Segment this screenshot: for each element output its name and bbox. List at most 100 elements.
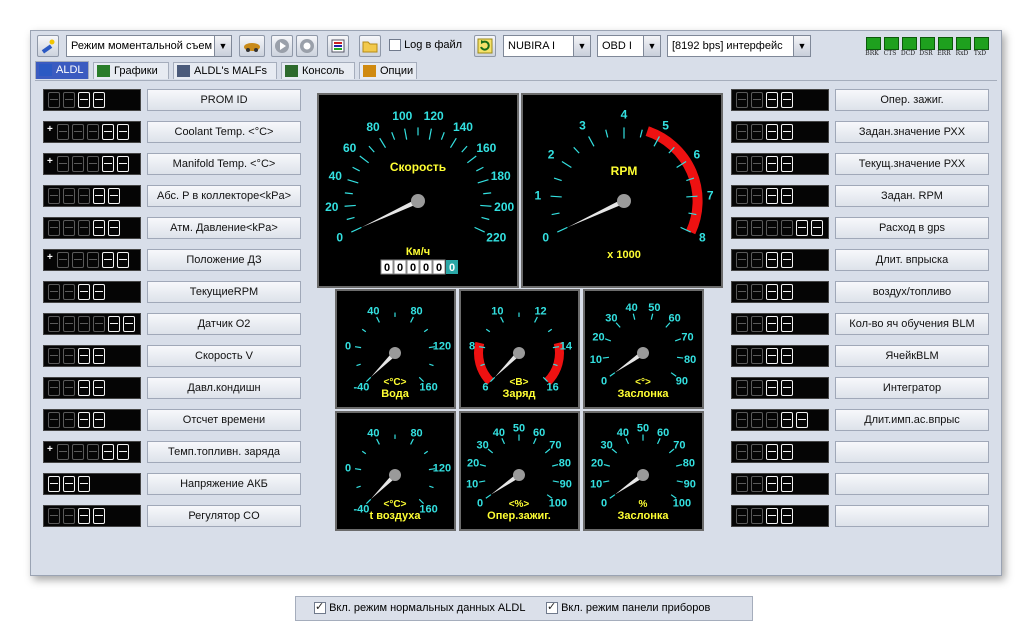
interface-combo[interactable]: [8192 bps] интерфейс ▼ bbox=[667, 35, 811, 57]
tick-mark bbox=[650, 313, 654, 320]
gauge-throttle: 0 10 20 30 40 50 60 70 80 90 Заслонка <°> bbox=[583, 289, 704, 409]
odometer-digit: 0 bbox=[423, 262, 429, 274]
record-button[interactable] bbox=[239, 35, 265, 57]
needle-hub bbox=[637, 347, 649, 359]
param-button[interactable]: Давл.кондишн bbox=[147, 377, 301, 399]
lcd-digit bbox=[72, 444, 84, 460]
param-button[interactable]: Интегратор bbox=[835, 377, 989, 399]
gauge-face: 0 1 2 3 4 5 6 7 8 RPM x 1000 bbox=[534, 108, 713, 261]
lcd-digit bbox=[72, 252, 84, 268]
needle-hub bbox=[617, 194, 631, 208]
tick-mark bbox=[346, 216, 355, 221]
tick-mark bbox=[480, 204, 492, 207]
param-button[interactable]: Текущ.значение РХХ bbox=[835, 153, 989, 175]
gauge-water: -40 0 40 80 120 160 Вода <°C> bbox=[335, 289, 456, 409]
param-button[interactable]: ЯчейкBLM bbox=[835, 345, 989, 367]
lcd-digit bbox=[93, 508, 105, 524]
bottom-options: Вкл. режим нормальных данных ALDL Вкл. р… bbox=[295, 596, 753, 621]
log-toggle[interactable]: Log в файл bbox=[389, 39, 462, 53]
gauge-speed: 0 20 40 60 80 100 120 140 160 180 200 220 Скорость Км… bbox=[317, 93, 519, 288]
param-button[interactable]: PROM ID bbox=[147, 89, 301, 111]
param-button[interactable]: Задан. RPM bbox=[835, 185, 989, 207]
lcd-digit bbox=[736, 412, 748, 428]
lcd-digit bbox=[48, 188, 60, 204]
lcd-digit bbox=[48, 316, 60, 332]
gauge-face: 0 20 4060 80 100 120 140160 180 200 220 Скорость Км… bbox=[325, 109, 515, 275]
lcd-digit bbox=[781, 380, 793, 396]
lcd-display bbox=[731, 473, 829, 495]
play-button[interactable] bbox=[271, 35, 293, 57]
tick-label: 8 bbox=[699, 231, 706, 245]
chevron-down-icon[interactable]: ▼ bbox=[573, 36, 590, 56]
gauge-title: Заслонка bbox=[618, 510, 670, 522]
protocol-combo[interactable]: OBD I ▼ bbox=[597, 35, 661, 57]
param-button[interactable]: Manifold Temp. <°C> bbox=[147, 153, 301, 175]
tab-4[interactable]: Опции bbox=[359, 62, 417, 79]
tab-3[interactable]: Консоль bbox=[281, 62, 355, 79]
settings-button[interactable] bbox=[327, 35, 349, 57]
tick-label: 20 bbox=[325, 200, 339, 214]
param-row: Датчик О2 bbox=[43, 311, 307, 337]
mode-combo[interactable]: Режим моментальной съем ▼ bbox=[66, 35, 232, 57]
stop-button[interactable] bbox=[296, 35, 318, 57]
chevron-down-icon[interactable]: ▼ bbox=[214, 36, 231, 56]
tick-mark bbox=[553, 177, 562, 182]
param-button[interactable]: воздух/топливо bbox=[835, 281, 989, 303]
lcd-digit bbox=[78, 476, 90, 492]
tab-2[interactable]: ALDL's MALFs bbox=[173, 62, 277, 79]
car-combo[interactable]: NUBIRA I ▼ bbox=[503, 35, 591, 57]
odometer-digit: 0 bbox=[384, 262, 390, 274]
chevron-down-icon[interactable]: ▼ bbox=[643, 36, 660, 56]
param-button[interactable]: ТекущиеRPM bbox=[147, 281, 301, 303]
lcd-digit bbox=[781, 348, 793, 364]
param-button[interactable]: Задан.значение РХХ bbox=[835, 121, 989, 143]
connect-button[interactable] bbox=[37, 35, 59, 57]
tick-label: 100 bbox=[549, 497, 567, 509]
tick-label: 20 bbox=[467, 458, 479, 470]
lcd-digit bbox=[123, 316, 135, 332]
lcd-digit bbox=[736, 476, 748, 492]
sign-indicator: + bbox=[47, 124, 53, 135]
tab-0[interactable]: ALDL bbox=[35, 61, 89, 79]
param-button[interactable] bbox=[835, 441, 989, 463]
param-button[interactable]: Длит.имп.ас.впрыс bbox=[835, 409, 989, 431]
param-button[interactable]: Абс. P в коллекторе<kPa> bbox=[147, 185, 301, 207]
param-button[interactable]: Скорость V bbox=[147, 345, 301, 367]
red-zone bbox=[645, 126, 703, 235]
open-folder-button[interactable] bbox=[359, 35, 381, 57]
param-row bbox=[731, 503, 995, 529]
refresh-button[interactable] bbox=[474, 35, 496, 57]
log-checkbox[interactable] bbox=[389, 39, 401, 52]
param-button[interactable]: Длит. впрыска bbox=[835, 249, 989, 271]
tick-label: 10 bbox=[491, 306, 503, 318]
param-button[interactable] bbox=[835, 505, 989, 527]
lcd-display bbox=[731, 281, 829, 303]
tick-mark bbox=[344, 204, 356, 207]
tick-mark bbox=[561, 160, 572, 168]
param-button[interactable]: Темп.топливн. заряда bbox=[147, 441, 301, 463]
tick-mark bbox=[551, 463, 559, 467]
tab-1[interactable]: Графики bbox=[93, 62, 169, 79]
param-button[interactable]: Напряжение АКБ bbox=[147, 473, 301, 495]
param-button[interactable]: Положение ДЗ bbox=[147, 249, 301, 271]
param-button[interactable]: Кол-во яч обучения BLM bbox=[835, 313, 989, 335]
param-button[interactable]: Датчик О2 bbox=[147, 313, 301, 335]
param-button[interactable]: Отсчет времени bbox=[147, 409, 301, 431]
tick-mark bbox=[639, 129, 643, 138]
param-row: воздух/топливо bbox=[731, 279, 995, 305]
chevron-down-icon[interactable]: ▼ bbox=[793, 36, 810, 56]
lcd-display bbox=[43, 345, 141, 367]
lcd-digit bbox=[78, 380, 90, 396]
lcd-digit bbox=[48, 220, 60, 236]
lcd-digit bbox=[751, 284, 763, 300]
tick-label: 100 bbox=[392, 109, 412, 123]
param-button[interactable]: Опер. зажиг. bbox=[835, 89, 989, 111]
param-button[interactable]: Регулятор CO bbox=[147, 505, 301, 527]
lcd-display bbox=[43, 281, 141, 303]
param-button[interactable]: Coolant Temp. <°C> bbox=[147, 121, 301, 143]
param-button[interactable]: Расход в gps bbox=[835, 217, 989, 239]
param-row: + Положение ДЗ bbox=[43, 247, 307, 273]
lcd-digit bbox=[63, 316, 75, 332]
param-button[interactable]: Атм. Давление<kPa> bbox=[147, 217, 301, 239]
param-button[interactable] bbox=[835, 473, 989, 495]
